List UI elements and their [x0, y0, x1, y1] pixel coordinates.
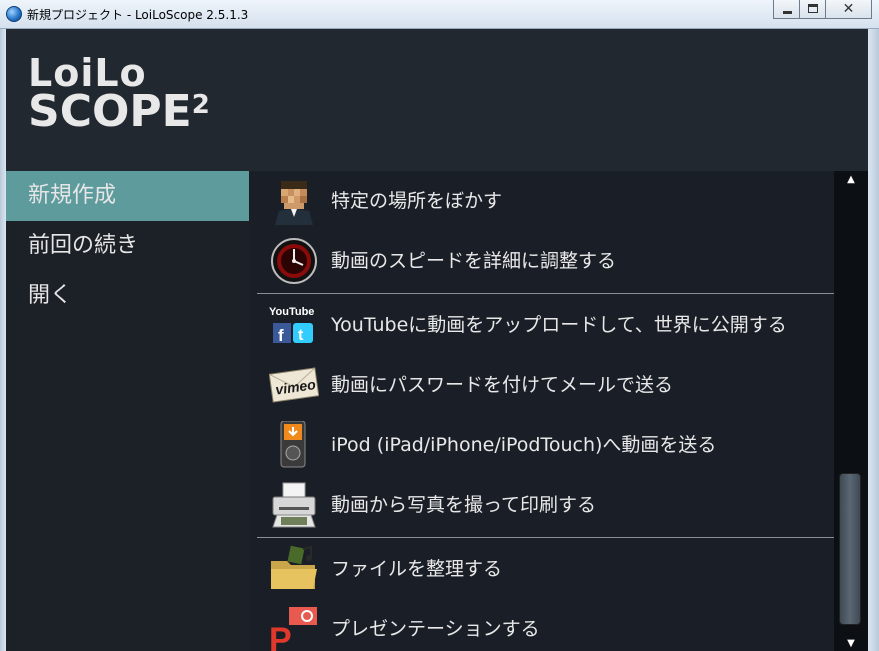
logo-line2: SCOPE	[28, 86, 192, 138]
list-item-label: 動画にパスワードを付けてメールで送る	[331, 374, 674, 396]
task-list: 特定の場所をぼかす 動画のスピードを詳細に調整する YouTube f t Yo…	[249, 171, 834, 651]
nav-item-open[interactable]: 開く	[6, 271, 249, 321]
logo-line2-wrap: SCOPE2	[28, 90, 210, 134]
list-item-print[interactable]: 動画から写真を撮って印刷する	[249, 475, 834, 535]
app-header: LoiLo SCOPE2	[6, 29, 868, 171]
left-nav: 新規作成 前回の続き 開く	[6, 171, 260, 651]
pixelated-face-icon	[275, 181, 313, 225]
presentation-p-text: P	[269, 621, 292, 651]
list-item-ipod[interactable]: iPod (iPad/iPhone/iPodTouch)へ動画を送る	[249, 415, 834, 475]
list-item-label: 動画のスピードを詳細に調整する	[331, 250, 617, 272]
vimeo-envelope-icon: vimeo	[269, 367, 319, 403]
list-item-label: iPod (iPad/iPhone/iPodTouch)へ動画を送る	[331, 434, 717, 456]
window-frame-right	[868, 29, 879, 651]
folder-music-icon	[271, 545, 317, 589]
window-title: 新規プロジェクト - LoiLoScope 2.5.1.3	[27, 8, 249, 22]
presentation-icon: P	[269, 607, 317, 651]
youtube-social-icon: YouTube f t	[269, 306, 314, 345]
list-item-youtube[interactable]: YouTube f t YouTubeに動画をアップロードして、世界に公開する	[249, 295, 834, 355]
section-divider	[257, 293, 834, 294]
scroll-thumb[interactable]	[839, 473, 861, 625]
maximize-button[interactable]	[799, 0, 826, 19]
list-item-label: ファイルを整理する	[331, 558, 503, 580]
maximize-icon	[808, 4, 818, 13]
list-item-organize[interactable]: ファイルを整理する	[249, 539, 834, 599]
scroll-down-arrow-icon[interactable]: ▼	[842, 637, 860, 651]
printer-icon	[272, 482, 316, 528]
list-item-presentation[interactable]: P プレゼンテーションする	[249, 599, 834, 651]
close-button[interactable]: ✕	[825, 0, 872, 19]
svg-text:f: f	[278, 326, 284, 345]
logo-superscript: 2	[191, 90, 210, 121]
nav-item-continue[interactable]: 前回の続き	[6, 221, 249, 271]
list-item-blur[interactable]: 特定の場所をぼかす	[249, 171, 834, 231]
clock-speed-icon	[271, 238, 317, 284]
ipod-download-icon	[280, 421, 306, 468]
section-divider	[257, 537, 834, 538]
minimize-button[interactable]	[773, 0, 800, 19]
nav-item-new[interactable]: 新規作成	[6, 171, 260, 221]
loiloscope-logo: LoiLo SCOPE2	[28, 54, 210, 134]
list-item-vimeo[interactable]: vimeo 動画にパスワードを付けてメールで送る	[249, 355, 834, 415]
list-item-label: YouTubeに動画をアップロードして、世界に公開する	[331, 314, 787, 336]
list-item-label: 動画から写真を撮って印刷する	[331, 494, 597, 516]
list-scrollbar[interactable]: ▲ ▼	[834, 171, 868, 651]
app-globe-icon	[6, 6, 22, 22]
list-item-label: プレゼンテーションする	[331, 618, 540, 640]
app-body: LoiLo SCOPE2 新規作成 前回の続き 開く 特定の場所をぼかす 動画の…	[6, 29, 868, 651]
scroll-up-arrow-icon[interactable]: ▲	[842, 173, 860, 187]
list-item-speed[interactable]: 動画のスピードを詳細に調整する	[249, 231, 834, 291]
youtube-you-text: YouTube	[269, 306, 314, 318]
list-item-label: 特定の場所をぼかす	[331, 190, 503, 212]
minimize-icon	[783, 11, 792, 14]
window-controls: ✕	[773, 0, 872, 19]
close-icon: ✕	[842, 1, 855, 17]
svg-text:t: t	[298, 327, 304, 344]
window-title-bar[interactable]: 新規プロジェクト - LoiLoScope 2.5.1.3 ✕	[0, 0, 879, 29]
